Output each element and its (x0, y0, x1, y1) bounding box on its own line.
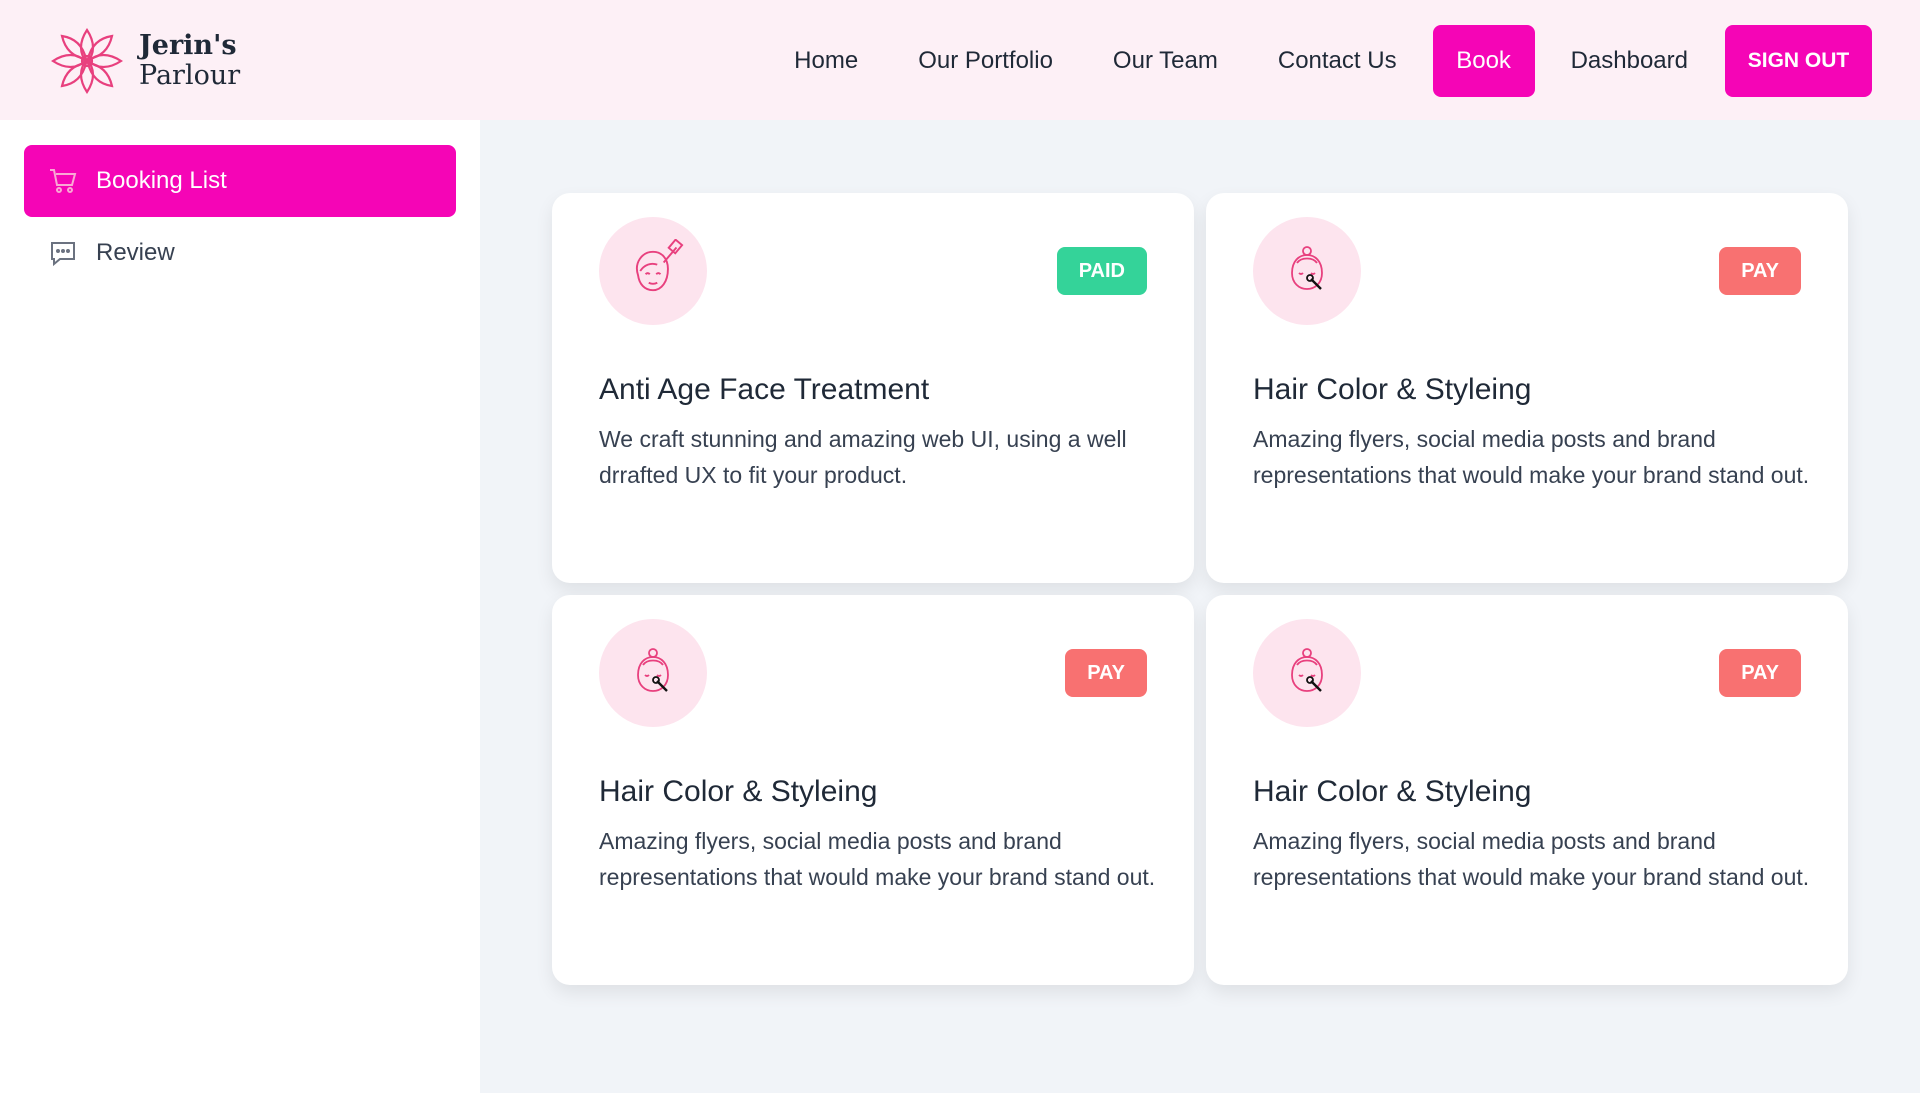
sidebar-item-review[interactable]: Review (24, 217, 456, 289)
sign-out-button[interactable]: SIGN OUT (1725, 25, 1872, 97)
booking-title: Hair Color & Styleing (1253, 373, 1532, 406)
face-makeup-icon (599, 619, 707, 727)
pay-button[interactable]: PAY (1719, 247, 1801, 295)
pay-button[interactable]: PAY (1719, 649, 1801, 697)
booking-title: Hair Color & Styleing (599, 775, 878, 808)
pay-button[interactable]: PAY (1065, 649, 1147, 697)
booking-card: PAY Hair Color & Styleing Amazing flyers… (1206, 193, 1848, 583)
sidebar-item-booking-list[interactable]: Booking List (24, 145, 456, 217)
book-button[interactable]: Book (1432, 25, 1535, 97)
nav-dashboard[interactable]: Dashboard (1571, 47, 1688, 75)
booking-description: Amazing flyers, social media posts and b… (1253, 828, 1810, 890)
booking-description: We craft stunning and amazing web UI, us… (599, 426, 1127, 488)
face-treatment-icon (599, 217, 707, 325)
booking-card: PAID Anti Age Face Treatment We craft st… (552, 193, 1194, 583)
sidebar-item-label: Booking List (96, 167, 227, 194)
booking-title: Hair Color & Styleing (1253, 775, 1532, 808)
booking-description: Amazing flyers, social media posts and b… (599, 828, 1156, 890)
lotus-logo-icon (51, 28, 123, 94)
sidebar: Booking List Review (0, 120, 480, 1093)
booking-card: PAY Hair Color & Styleing Amazing flyers… (1206, 595, 1848, 985)
nav-team[interactable]: Our Team (1113, 47, 1218, 75)
top-navbar: Jerin's Parlour Home Our Portfolio Our T… (0, 0, 1920, 120)
booking-card: PAY Hair Color & Styleing Amazing flyers… (552, 595, 1194, 985)
face-makeup-icon (1253, 217, 1361, 325)
brand-logo[interactable]: Jerin's Parlour (47, 24, 240, 98)
booking-title: Anti Age Face Treatment (599, 373, 930, 406)
booking-description: Amazing flyers, social media posts and b… (1253, 426, 1810, 488)
brand-name-line2: Parlour (139, 60, 241, 91)
face-makeup-icon (1253, 619, 1361, 727)
main-nav: Home Our Portfolio Our Team Contact Us B… (734, 25, 1872, 97)
sidebar-item-label: Review (96, 239, 175, 266)
nav-contact[interactable]: Contact Us (1278, 47, 1397, 75)
status-badge[interactable]: PAID (1056, 247, 1147, 295)
cart-icon (48, 166, 78, 196)
message-icon (48, 238, 78, 268)
nav-home[interactable]: Home (794, 47, 858, 75)
nav-portfolio[interactable]: Our Portfolio (918, 47, 1053, 75)
brand-name-line1: Jerin's (139, 30, 237, 61)
